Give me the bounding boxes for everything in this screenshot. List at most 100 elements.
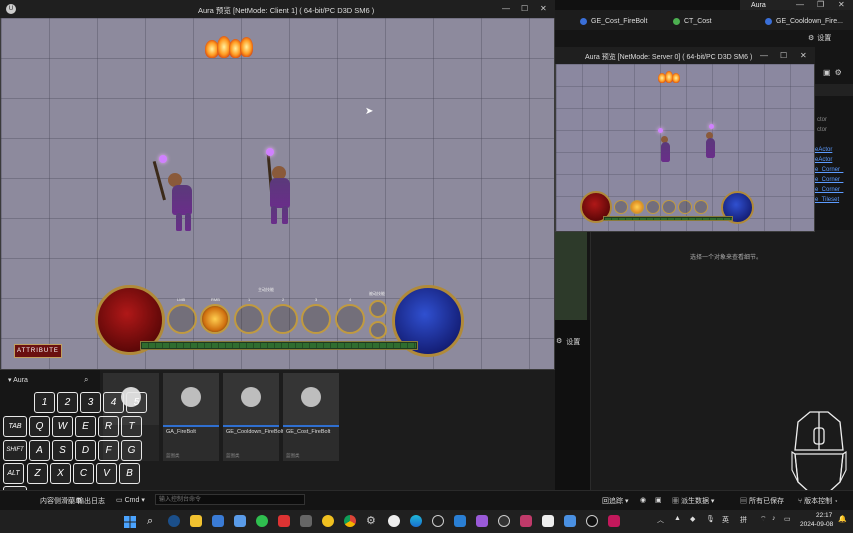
outliner-row[interactable]: ctor (817, 127, 827, 133)
asset-tile[interactable]: GE_Cost_FireBolt 蓝图类 (283, 373, 339, 461)
wechat-icon[interactable] (256, 515, 268, 527)
gear-icon: ⚙ (808, 35, 815, 42)
editor-maximize-button[interactable]: ❐ (817, 0, 824, 9)
app-icon[interactable] (234, 515, 246, 527)
volume-icon[interactable]: ♪ (772, 515, 776, 522)
attribute-button[interactable]: ATTRIBUTE (14, 344, 62, 358)
trace-button[interactable]: 回追踪 ▾ (602, 496, 628, 506)
calculator-icon[interactable] (300, 515, 312, 527)
client-close-button[interactable]: ✕ (540, 4, 547, 13)
clock-time[interactable]: 22:17 (816, 512, 832, 519)
app-icon[interactable] (322, 515, 334, 527)
folder-aura[interactable]: ▾ Aura (8, 376, 28, 384)
client-minimize-button[interactable]: — (502, 4, 510, 13)
rider-icon[interactable] (608, 515, 620, 527)
outliner-link[interactable]: e_Corner_ (815, 175, 853, 185)
passive-slot-1[interactable] (369, 300, 387, 318)
app-icon[interactable] (542, 515, 554, 527)
app-icon[interactable] (388, 515, 400, 527)
app-icon[interactable] (564, 515, 576, 527)
key-x: X (50, 463, 71, 484)
skill-slot-3[interactable] (301, 304, 331, 334)
blueprint-icon (765, 17, 772, 25)
chrome-icon[interactable] (344, 515, 356, 527)
cmd-dropdown[interactable]: ▭ Cmd ▾ (116, 496, 145, 504)
slot-label: 2 (282, 297, 285, 302)
folder-icon[interactable]: ▣ (823, 68, 831, 77)
server-window-title: Aura 预览 [NetMode: Server 0] ( 64-bit/PC … (585, 54, 753, 61)
asset-name: GA_FireBolt (166, 429, 196, 435)
skill-slot-1[interactable] (234, 304, 264, 334)
asset-type: 蓝图类 (166, 453, 180, 458)
vscode-icon[interactable] (454, 515, 466, 527)
source-control-button[interactable]: ⑂ 版本控制 ▾ (798, 496, 838, 506)
app-icon[interactable] (432, 515, 444, 527)
tray-app-icon[interactable]: ▲ (674, 515, 681, 522)
chevron-down-icon: ▾ (8, 377, 12, 384)
edge-icon[interactable] (410, 515, 422, 527)
wifi-icon[interactable]: ⌔ (760, 515, 767, 524)
fire-effect (658, 71, 682, 83)
microphone-icon[interactable]: 🎙 (706, 515, 715, 523)
app-icon[interactable] (278, 515, 290, 527)
outliner-link[interactable]: e_Corner_ (815, 165, 853, 175)
gear-icon[interactable]: ⚙ (835, 68, 842, 77)
file-explorer-icon[interactable] (190, 515, 202, 527)
battery-icon[interactable]: ▭ (784, 515, 791, 523)
output-log-button[interactable]: ▤ 输出日志 (68, 496, 105, 506)
editor-minimize-button[interactable]: — (796, 0, 804, 9)
editor-settings-button[interactable]: ⚙ 设置 (808, 33, 831, 43)
asset-name: GE_Cost_FireBolt (286, 429, 331, 435)
search-icon[interactable]: ⌕ (84, 375, 88, 385)
tab-ge-cooldown-fire[interactable]: GE_Cooldown_Fire... (765, 10, 843, 32)
unreal-engine-icon[interactable] (586, 515, 598, 527)
app-icon[interactable] (520, 515, 532, 527)
editor-close-button[interactable]: ✕ (838, 0, 845, 9)
tray-app-icon[interactable]: ◆ (690, 515, 695, 523)
key-t: T (121, 416, 142, 437)
asset-tile[interactable]: GE_Cooldown_FireBolt 蓝图类 (223, 373, 283, 461)
search-icon[interactable]: ⌕ (147, 515, 159, 527)
outliner-link[interactable]: e_Tileset (815, 195, 853, 205)
store-icon[interactable] (212, 515, 224, 527)
clock-date[interactable]: 2024-09-08 (800, 521, 833, 528)
skill-slot-2[interactable] (268, 304, 298, 334)
app-icon[interactable] (476, 515, 488, 527)
player-character (701, 124, 719, 160)
outliner-header (815, 84, 853, 96)
key-q: Q (29, 416, 50, 437)
obs-icon[interactable] (498, 515, 510, 527)
left-settings-button[interactable]: ⚙ 设置 (556, 337, 580, 347)
key-r: R (98, 416, 119, 437)
skill-slot-4[interactable] (335, 304, 365, 334)
notification-icon[interactable]: 🔔 (838, 515, 847, 523)
server-maximize-button[interactable]: ☐ (780, 51, 787, 60)
tab-ct-cost[interactable]: CT_Cost (673, 10, 712, 32)
log-icon: ▤ (68, 498, 75, 505)
outliner-link[interactable]: eActor (815, 155, 853, 165)
video-icon[interactable]: ▣ (655, 496, 662, 504)
server-minimize-button[interactable]: — (760, 51, 768, 60)
key-d: D (75, 440, 96, 461)
client-maximize-button[interactable]: ☐ (521, 4, 528, 13)
windows-start-icon[interactable] (124, 515, 136, 528)
key-v: V (96, 463, 117, 484)
outliner-row[interactable]: ctor (817, 117, 827, 123)
server-close-button[interactable]: ✕ (800, 51, 807, 60)
skill-slot-rmb[interactable] (200, 304, 230, 334)
settings-gear-icon[interactable]: ⚙ (366, 515, 378, 527)
asset-tile[interactable]: GA_FireBolt 蓝图类 (163, 373, 219, 461)
save-status[interactable]: ▤ 所有已保存 (740, 496, 784, 506)
record-icon[interactable]: ◉ (640, 496, 646, 504)
chevron-up-icon[interactable]: ︿ (657, 515, 664, 525)
outliner-link[interactable]: eActor (815, 145, 853, 155)
skill-slot-lmb[interactable] (167, 304, 197, 334)
console-command-input[interactable]: 输入控制台命令 (155, 494, 305, 505)
ime-language[interactable]: 英 (722, 515, 729, 525)
derived-data-button[interactable]: ▦ 派生数据 ▾ (672, 496, 714, 506)
tab-ge-cost-firebolt[interactable]: GE_Cost_FireBolt (580, 10, 647, 32)
passive-slot-2[interactable] (369, 321, 387, 339)
ime-mode[interactable]: 拼 (740, 515, 747, 525)
outliner-link[interactable]: e_Corner_ (815, 185, 853, 195)
steam-icon[interactable] (168, 515, 180, 527)
